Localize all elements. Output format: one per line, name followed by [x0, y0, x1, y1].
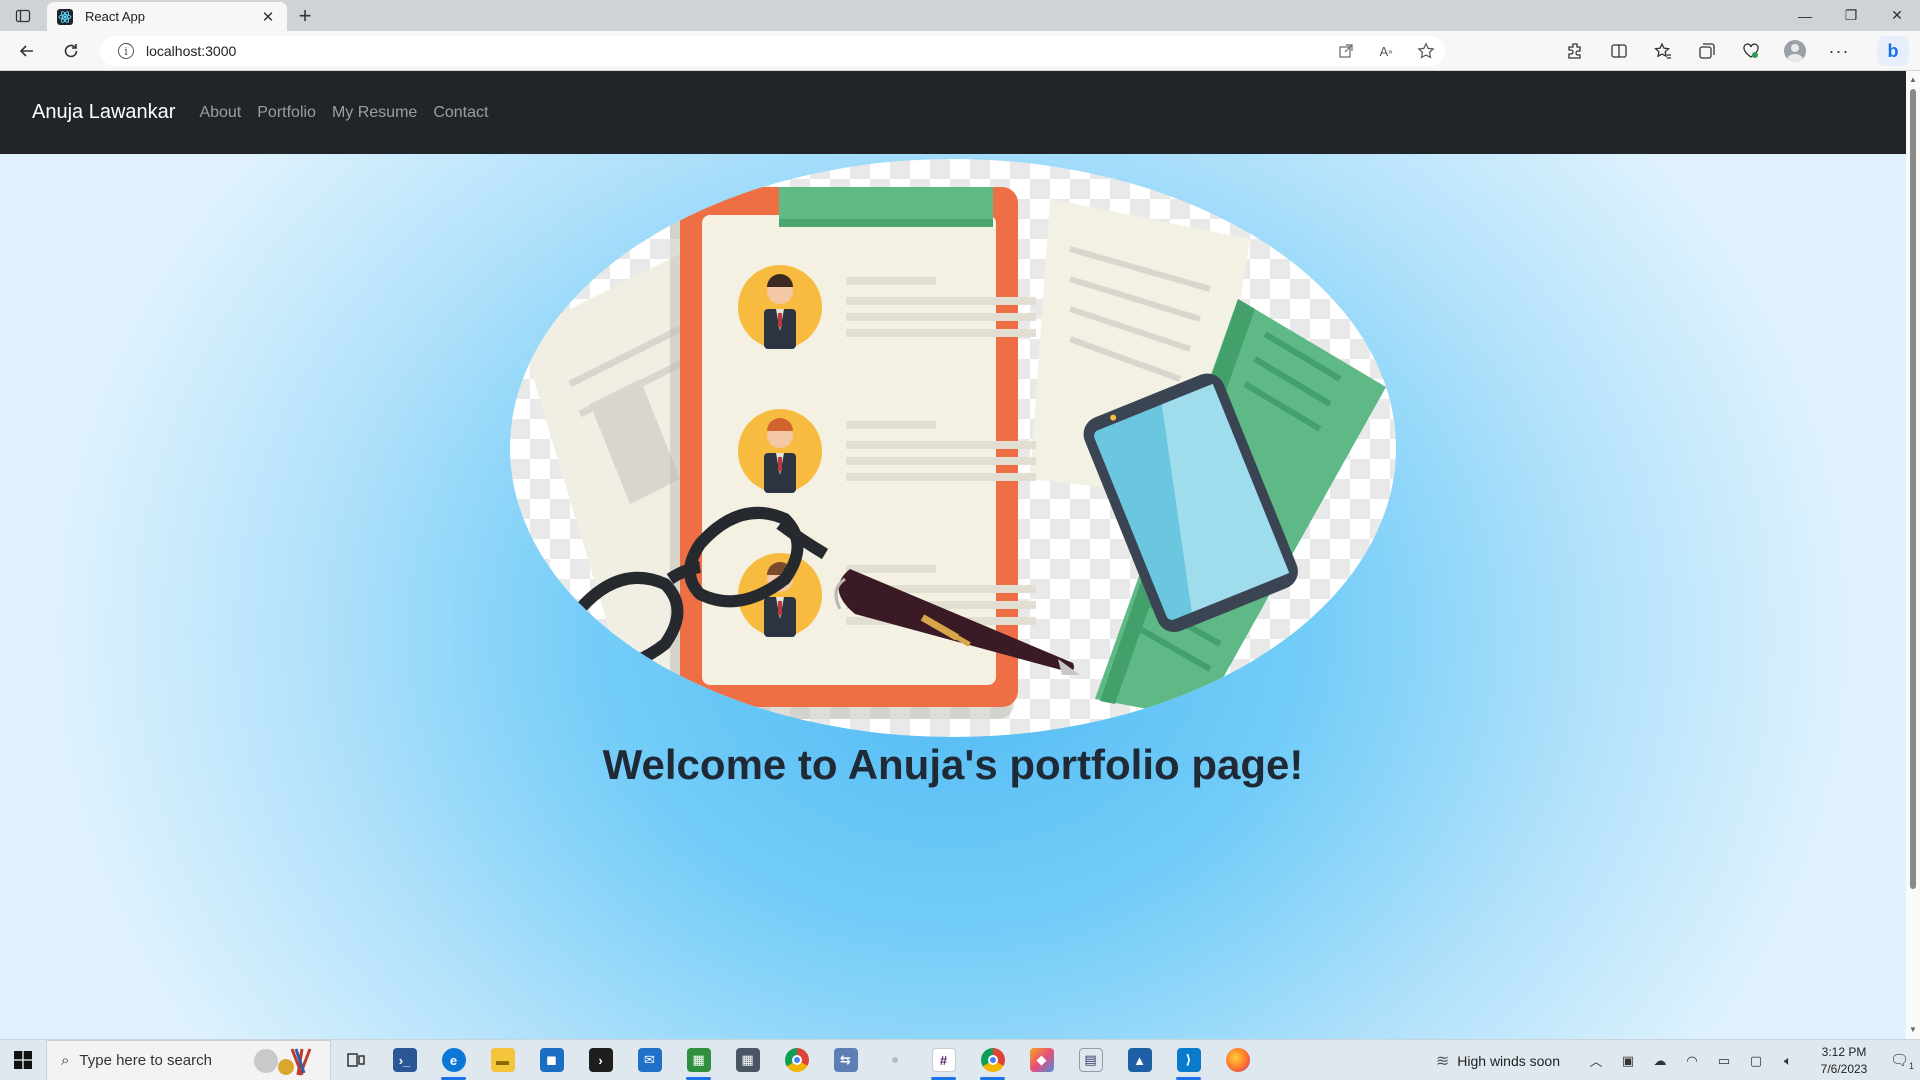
- show-hidden-icons-chevron-icon[interactable]: ︿: [1580, 1051, 1612, 1070]
- react-logo-icon: [57, 8, 73, 25]
- notification-center-icon[interactable]: 🗨︎1: [1884, 1051, 1920, 1071]
- more-options-icon[interactable]: ···: [1824, 37, 1854, 65]
- taskbar-clock[interactable]: 3:12 PM 7/6/2023: [1804, 1044, 1884, 1078]
- nav-link-about[interactable]: About: [199, 104, 241, 122]
- mail-icon[interactable]: ✉: [625, 1040, 674, 1080]
- battery-icon[interactable]: ▭: [1708, 1053, 1740, 1069]
- notes-app-icon[interactable]: ▤: [1066, 1040, 1115, 1080]
- nav-link-contact[interactable]: Contact: [433, 104, 488, 122]
- back-arrow-icon[interactable]: [12, 37, 42, 65]
- notification-count: 1: [1909, 1060, 1915, 1071]
- weather-text: High winds soon: [1457, 1052, 1560, 1069]
- favorite-star-icon[interactable]: [1413, 40, 1439, 62]
- clock-date: 7/6/2023: [1820, 1061, 1868, 1076]
- chrome-profile-icon[interactable]: [968, 1040, 1017, 1080]
- hero-image: [510, 159, 1396, 737]
- weather-widget[interactable]: ≋ High winds soon: [1436, 1051, 1560, 1071]
- scroll-up-arrow-icon[interactable]: ▲: [1908, 75, 1918, 85]
- nav-link-portfolio[interactable]: Portfolio: [257, 104, 316, 122]
- resume-clipboard-illustration: [520, 187, 1386, 719]
- wifi-icon[interactable]: ◠: [1676, 1053, 1708, 1069]
- address-bar[interactable]: i localhost:3000 A»: [100, 36, 1445, 66]
- page-scrollbar[interactable]: ▲ ▼: [1906, 71, 1920, 1039]
- vscode-icon[interactable]: ⟩: [1164, 1040, 1213, 1080]
- terminal-icon[interactable]: ›: [576, 1040, 625, 1080]
- taskbar-search-input[interactable]: ⌕ Type here to search: [46, 1039, 331, 1080]
- new-tab-button[interactable]: +: [292, 3, 318, 29]
- onedrive-cloud-icon[interactable]: ☁: [1644, 1053, 1676, 1069]
- edge-browser-icon[interactable]: e: [429, 1040, 478, 1080]
- welcome-heading: Welcome to Anuja's portfolio page!: [602, 741, 1304, 788]
- device-icon[interactable]: ▢: [1740, 1053, 1772, 1069]
- tab-actions-icon[interactable]: [10, 5, 36, 27]
- browser-toolbar: i localhost:3000 A» ··· b: [0, 31, 1920, 71]
- photos-icon[interactable]: ▲: [1115, 1040, 1164, 1080]
- restore-button[interactable]: ❐: [1828, 0, 1874, 31]
- extensions-icon[interactable]: [1560, 37, 1590, 65]
- nav-link-resume[interactable]: My Resume: [332, 104, 417, 122]
- clock-time: 3:12 PM: [1821, 1044, 1867, 1059]
- search-highlight-icon: [252, 1045, 322, 1077]
- calculator-icon[interactable]: ▦: [723, 1040, 772, 1080]
- navbar-brand[interactable]: Anuja Lawankar: [32, 101, 175, 124]
- tab-strip: React App ✕ + — ❐ ✕: [0, 0, 1920, 31]
- chrome-icon[interactable]: [772, 1040, 821, 1080]
- favorites-icon[interactable]: [1648, 37, 1678, 65]
- bing-chat-icon[interactable]: b: [1877, 36, 1909, 66]
- microsoft-store-icon[interactable]: ◼: [527, 1040, 576, 1080]
- windows-taskbar: ⌕ Type here to search ›_ e ▬ ◼ › ✉ ▦ ▦ ⇆…: [0, 1039, 1920, 1080]
- page-viewport: Anuja Lawankar About Portfolio My Resume…: [0, 71, 1906, 1039]
- url-text: localhost:3000: [146, 43, 237, 59]
- tab-title: React App: [85, 9, 145, 24]
- prism-app-icon[interactable]: ◆: [1017, 1040, 1066, 1080]
- search-placeholder: Type here to search: [79, 1051, 212, 1069]
- open-in-app-icon[interactable]: [1333, 40, 1359, 62]
- windows-start-icon[interactable]: [0, 1040, 46, 1080]
- close-window-button[interactable]: ✕: [1874, 0, 1920, 31]
- scroll-thumb[interactable]: [1910, 89, 1916, 889]
- spreadsheet-icon[interactable]: ▦: [674, 1040, 723, 1080]
- performance-heart-icon[interactable]: [1736, 37, 1766, 65]
- profile-avatar[interactable]: [1780, 37, 1810, 65]
- browser-tab[interactable]: React App ✕: [47, 2, 287, 31]
- slack-icon[interactable]: #: [919, 1040, 968, 1080]
- scroll-down-arrow-icon[interactable]: ▼: [1908, 1025, 1918, 1035]
- split-screen-icon[interactable]: [1604, 37, 1634, 65]
- collections-icon[interactable]: [1692, 37, 1722, 65]
- site-info-icon[interactable]: i: [118, 43, 134, 59]
- read-aloud-icon[interactable]: A»: [1373, 40, 1399, 62]
- wind-icon: ≋: [1435, 1052, 1450, 1070]
- volume-icon[interactable]: 🔈︎: [1772, 1053, 1804, 1069]
- firefox-icon[interactable]: [1213, 1040, 1262, 1080]
- search-icon: ⌕: [61, 1051, 70, 1069]
- minimize-button[interactable]: —: [1782, 0, 1828, 31]
- task-view-icon[interactable]: [331, 1040, 380, 1080]
- system-tray: ≋ High winds soon ︿ ▣ ☁ ◠ ▭ ▢ 🔈︎ 3:12 PM…: [1436, 1040, 1920, 1080]
- tab-close-icon[interactable]: ✕: [259, 8, 277, 26]
- remote-desktop-icon[interactable]: ⇆: [821, 1040, 870, 1080]
- file-explorer-icon[interactable]: ▬: [478, 1040, 527, 1080]
- window-controls: — ❐ ✕: [1782, 0, 1920, 31]
- meet-now-icon[interactable]: ▣: [1612, 1053, 1644, 1069]
- site-navbar: Anuja Lawankar About Portfolio My Resume…: [0, 71, 1906, 154]
- dot-app-icon[interactable]: [870, 1040, 919, 1080]
- refresh-icon[interactable]: [56, 37, 86, 65]
- powershell-icon[interactable]: ›_: [380, 1040, 429, 1080]
